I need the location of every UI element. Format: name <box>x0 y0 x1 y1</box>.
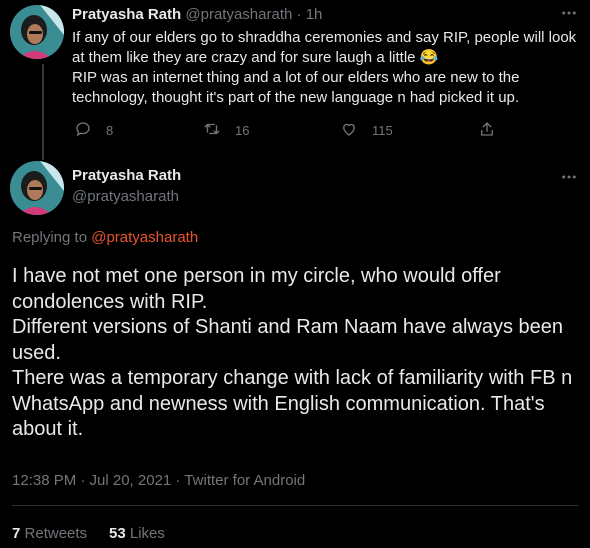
retweets-stat[interactable]: 7 Retweets <box>12 525 87 542</box>
share-button[interactable] <box>478 120 510 141</box>
avatar[interactable] <box>10 5 64 59</box>
tweet-header: Pratyasha Rath @pratyasharath · 1h <box>72 6 322 23</box>
likes-label: Likes <box>129 525 165 542</box>
retweet-count: 16 <box>235 123 250 138</box>
replying-to-handle[interactable]: @pratyasharath <box>91 229 198 246</box>
author-handle[interactable]: @pratyasharath <box>185 6 292 23</box>
retweets-count: 7 <box>12 525 21 542</box>
like-count: 115 <box>372 123 393 138</box>
retweet-button[interactable]: 16 <box>203 120 249 141</box>
retweets-label: Retweets <box>24 525 88 542</box>
more-icon[interactable] <box>560 168 578 191</box>
retweet-icon <box>203 120 235 141</box>
more-icon[interactable] <box>560 4 578 27</box>
author-handle[interactable]: @pratyasharath <box>72 188 179 205</box>
reply-button[interactable]: 8 <box>74 120 113 141</box>
like-button[interactable]: 115 <box>340 120 393 141</box>
tweet-timestamp[interactable]: 12:38 PM · Jul 20, 2021 · Twitter for An… <box>12 472 305 489</box>
replying-to-label: Replying to <box>12 229 88 246</box>
avatar[interactable] <box>10 161 64 215</box>
author-name[interactable]: Pratyasha Rath <box>72 6 181 23</box>
share-icon <box>478 120 510 141</box>
divider <box>12 505 578 506</box>
thread-line <box>42 64 44 160</box>
reply-count: 8 <box>106 123 114 138</box>
reply-icon <box>74 120 106 141</box>
like-icon <box>340 120 372 141</box>
likes-count: 53 <box>109 525 126 542</box>
tweet-text: If any of our elders go to shraddha cere… <box>72 29 577 106</box>
separator: · <box>296 6 302 23</box>
likes-stat[interactable]: 53 Likes <box>109 525 165 542</box>
author-name[interactable]: Pratyasha Rath <box>72 167 181 184</box>
main-tweet-text: I have not met one person in my circle, … <box>12 265 573 440</box>
tweet-time[interactable]: 1h <box>306 6 323 23</box>
replying-to: Replying to @pratyasharath <box>12 229 198 246</box>
